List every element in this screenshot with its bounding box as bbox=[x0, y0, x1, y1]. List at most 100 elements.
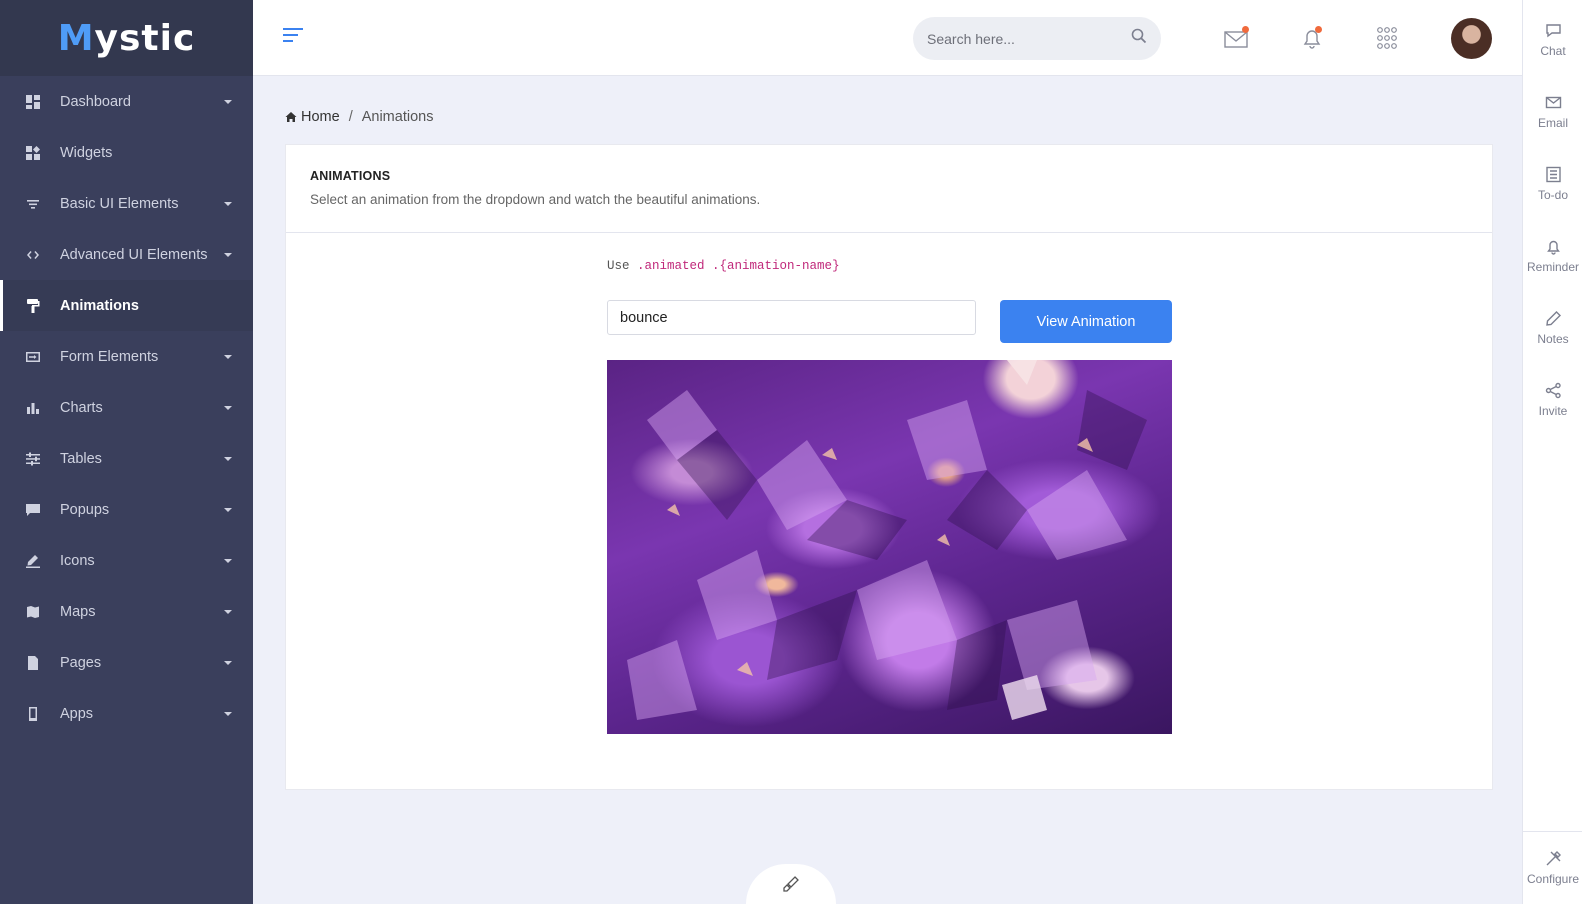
sidebar-item-popups[interactable]: Popups bbox=[0, 484, 253, 535]
widgets-icon bbox=[25, 145, 41, 161]
chevron-down-icon bbox=[223, 199, 233, 209]
bell-icon bbox=[1546, 240, 1560, 255]
brush-icon bbox=[783, 876, 799, 892]
sidebar-item-label: Widgets bbox=[60, 144, 113, 161]
breadcrumb-current: Animations bbox=[361, 109, 434, 125]
sidebar-item-label: Pages bbox=[60, 654, 102, 671]
logo-letter: M bbox=[57, 17, 95, 59]
breadcrumb-separator: / bbox=[348, 109, 353, 125]
file-icon bbox=[25, 655, 41, 671]
sidebar-item-advanced-ui[interactable]: Advanced UI Elements bbox=[0, 229, 253, 280]
view-animation-button[interactable]: View Animation bbox=[1000, 300, 1172, 343]
search-input[interactable] bbox=[927, 30, 1131, 47]
apps-grid-icon[interactable] bbox=[1374, 26, 1400, 50]
mail-icon[interactable] bbox=[1223, 26, 1249, 50]
card-title: ANIMATIONS bbox=[310, 169, 391, 183]
todo-icon bbox=[1545, 166, 1561, 183]
chat-icon bbox=[1545, 24, 1561, 38]
chevron-down-icon bbox=[223, 709, 233, 719]
animations-card: ANIMATIONS Select an animation from the … bbox=[285, 144, 1493, 790]
chevron-down-icon bbox=[223, 403, 233, 413]
animation-select[interactable]: bounce bbox=[607, 300, 976, 335]
card-header: ANIMATIONS Select an animation from the … bbox=[286, 145, 1492, 233]
chevron-down-icon bbox=[223, 556, 233, 566]
chevron-down-icon bbox=[223, 454, 233, 464]
quick-chat[interactable]: Chat bbox=[1523, 10, 1582, 70]
sidebar-item-label: Basic UI Elements bbox=[60, 195, 179, 212]
sidebar-item-dashboard[interactable]: Dashboard bbox=[0, 76, 253, 127]
search-icon[interactable] bbox=[1131, 28, 1147, 49]
comment-icon bbox=[25, 502, 41, 518]
usage-prefix: Use bbox=[607, 259, 630, 273]
customizer-toggle[interactable] bbox=[746, 864, 836, 904]
quick-label: Email bbox=[1537, 116, 1568, 130]
top-header bbox=[253, 0, 1522, 76]
user-avatar[interactable] bbox=[1451, 18, 1492, 59]
usage-hint: Use .animated .{animation-name} bbox=[607, 259, 840, 273]
tools-icon bbox=[1546, 851, 1561, 866]
logo-text: ystic bbox=[94, 17, 196, 59]
sidebar-item-tables[interactable]: Tables bbox=[0, 433, 253, 484]
filter-icon bbox=[25, 196, 41, 212]
quick-invite[interactable]: Invite bbox=[1523, 370, 1582, 430]
sidebar-item-charts[interactable]: Charts bbox=[0, 382, 253, 433]
chevron-down-icon bbox=[223, 97, 233, 107]
quick-email[interactable]: Email bbox=[1523, 82, 1582, 142]
sidebar-item-animations[interactable]: Animations bbox=[0, 280, 253, 331]
mail-badge bbox=[1242, 26, 1249, 33]
phone-icon bbox=[25, 706, 41, 722]
breadcrumb-home-label: Home bbox=[301, 109, 340, 125]
sidebar-item-label: Form Elements bbox=[60, 348, 159, 365]
notification-badge bbox=[1315, 26, 1322, 33]
quick-label: Reminder bbox=[1526, 260, 1580, 274]
form-icon bbox=[25, 349, 41, 365]
sidebar-item-label: Advanced UI Elements bbox=[60, 246, 208, 263]
quick-label: To-do bbox=[1537, 188, 1569, 202]
quick-configure[interactable]: Configure bbox=[1523, 831, 1582, 904]
sidebar-item-maps[interactable]: Maps bbox=[0, 586, 253, 637]
home-icon bbox=[285, 112, 297, 122]
amethyst-crystals-graphic bbox=[627, 360, 1147, 720]
quick-label: Notes bbox=[1537, 332, 1569, 346]
paint-roller-icon bbox=[25, 298, 41, 314]
quick-notes[interactable]: Notes bbox=[1523, 298, 1582, 358]
sidebar: Mystic Dashboard Widgets Basic UI Elemen… bbox=[0, 0, 253, 904]
sidebar-item-pages[interactable]: Pages bbox=[0, 637, 253, 688]
sidebar-nav: Dashboard Widgets Basic UI Elements Adva… bbox=[0, 76, 253, 739]
map-icon bbox=[25, 604, 41, 620]
sidebar-item-label: Tables bbox=[60, 450, 102, 467]
sidebar-item-icons[interactable]: Icons bbox=[0, 535, 253, 586]
card-subtitle: Select an animation from the dropdown an… bbox=[310, 192, 761, 207]
email-icon bbox=[1545, 96, 1561, 109]
animation-select-value: bounce bbox=[620, 309, 668, 326]
sliders-icon bbox=[25, 451, 41, 467]
search-box bbox=[913, 17, 1161, 60]
chevron-down-icon bbox=[223, 658, 233, 668]
notification-bell-icon[interactable] bbox=[1299, 26, 1325, 50]
sidebar-item-basic-ui[interactable]: Basic UI Elements bbox=[0, 178, 253, 229]
sidebar-item-label: Animations bbox=[60, 297, 139, 314]
pen-icon bbox=[25, 553, 41, 569]
share-icon bbox=[1545, 382, 1561, 399]
quick-label: Configure bbox=[1526, 872, 1580, 886]
sidebar-item-widgets[interactable]: Widgets bbox=[0, 127, 253, 178]
quick-label: Chat bbox=[1540, 44, 1566, 58]
breadcrumb-home-link[interactable]: Home bbox=[285, 109, 340, 125]
sidebar-item-label: Popups bbox=[60, 501, 110, 518]
breadcrumb: Home / Animations bbox=[285, 109, 433, 125]
code-icon bbox=[25, 247, 41, 263]
bar-chart-icon bbox=[25, 400, 41, 416]
quick-label: Invite bbox=[1538, 404, 1568, 418]
quick-todo[interactable]: To-do bbox=[1523, 154, 1582, 214]
sidebar-item-label: Dashboard bbox=[60, 93, 131, 110]
chevron-down-icon bbox=[223, 505, 233, 515]
quick-reminder[interactable]: Reminder bbox=[1523, 226, 1582, 286]
usage-code: .animated .{animation-name} bbox=[637, 259, 840, 273]
sidebar-item-form-elements[interactable]: Form Elements bbox=[0, 331, 253, 382]
sidebar-item-label: Maps bbox=[60, 603, 96, 620]
brand-logo[interactable]: Mystic bbox=[0, 0, 253, 76]
sidebar-item-apps[interactable]: Apps bbox=[0, 688, 253, 739]
sidebar-item-label: Charts bbox=[60, 399, 103, 416]
animation-preview-image bbox=[607, 360, 1172, 734]
menu-toggle-icon[interactable] bbox=[283, 27, 305, 45]
